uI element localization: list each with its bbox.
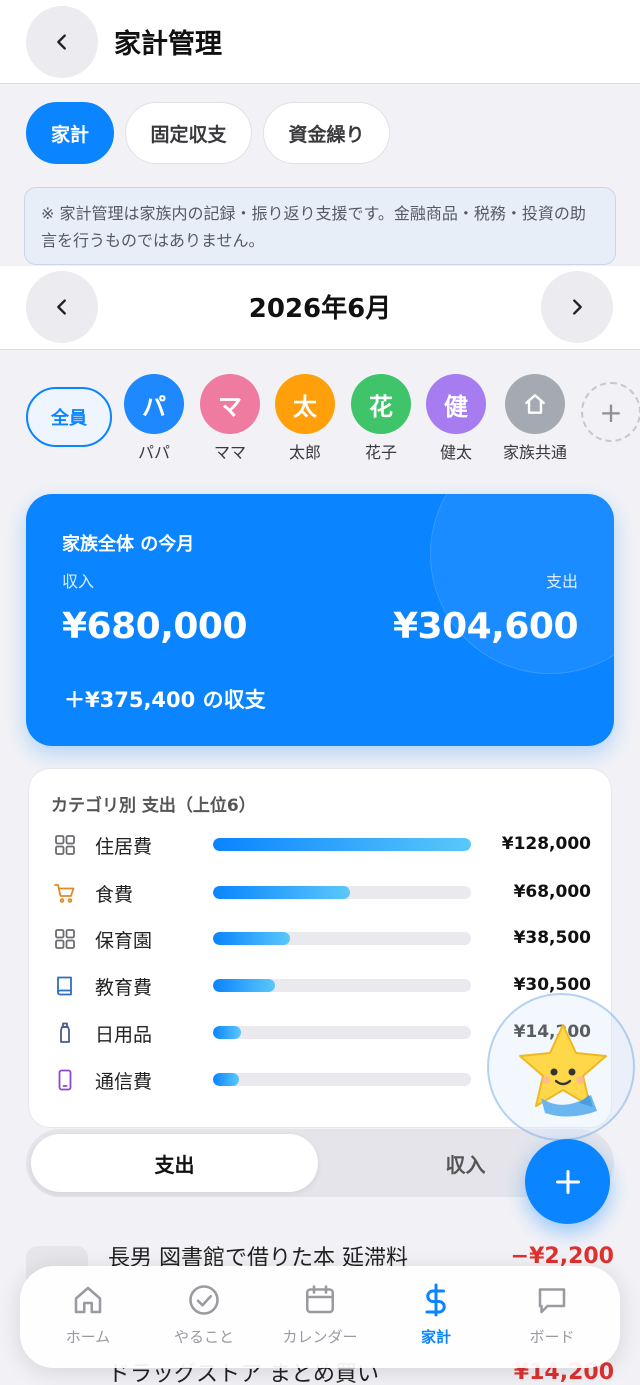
- category-bar: [213, 979, 471, 992]
- plus-icon: [555, 1169, 580, 1194]
- category-name: 保育園: [95, 930, 153, 952]
- member-name: 太郎: [288, 443, 321, 462]
- category-bar: [213, 1026, 471, 1039]
- member-chip[interactable]: 健 健太: [416, 374, 496, 463]
- disclaimer-notice: ※ 家計管理は家族内の記録・振り返り支援です。金融商品・税務・投資の助言を行うも…: [24, 187, 616, 265]
- category-bar-fill: [213, 932, 291, 945]
- monthly-summary-card: 家族全体 の今月 収入 支出 ¥680,000 ¥304,600 ＋¥375,4…: [26, 494, 614, 746]
- member-filter: 全員 パ パパ マ ママ 太 太郎 花 花子 健 健太 家族共通 +: [0, 370, 640, 470]
- category-bar-fill: [213, 838, 471, 851]
- member-avatar: 花: [351, 374, 411, 434]
- back-button[interactable]: [26, 6, 98, 78]
- bottle-icon: [60, 1022, 70, 1043]
- section-tabs: 家計 固定収支 資金繰り: [0, 84, 640, 178]
- category-row[interactable]: 保育園 ¥38,500: [29, 919, 613, 959]
- category-bar: [213, 932, 471, 945]
- cart-icon: [54, 884, 75, 903]
- tab-label: カレンダー: [282, 1328, 358, 1346]
- chat-bubble-icon: [538, 1288, 566, 1314]
- category-bar: [213, 886, 471, 899]
- member-name: 健太: [439, 443, 472, 462]
- category-bar-fill: [213, 886, 350, 899]
- tab-household[interactable]: 家計: [26, 102, 114, 164]
- balance-text: ＋¥375,400 の収支: [64, 688, 266, 712]
- tab-label: 家計: [420, 1328, 451, 1346]
- home-icon: [74, 1286, 102, 1314]
- tab-home[interactable]: ホーム: [28, 1282, 148, 1347]
- bottom-tab-bar: ホーム やること カレンダー 家計 ボード: [20, 1266, 620, 1368]
- grid-icon: [55, 929, 75, 949]
- member-chip[interactable]: パ パパ: [114, 374, 194, 463]
- dollar-icon: [425, 1283, 446, 1317]
- category-row[interactable]: 住居費 ¥128,000: [29, 825, 613, 865]
- tab-fixed-income-expense[interactable]: 固定収支: [125, 102, 252, 164]
- star-mascot-icon: [519, 1024, 607, 1117]
- category-name: 通信費: [95, 1071, 153, 1093]
- category-amount: ¥68,000: [513, 882, 591, 902]
- calendar-icon: [305, 1285, 335, 1314]
- member-avatar: 健: [426, 374, 486, 434]
- member-chip-all[interactable]: 全員: [26, 387, 112, 447]
- member-avatar: 太: [275, 374, 335, 434]
- book-icon: [57, 976, 72, 996]
- category-bar: [213, 1073, 471, 1086]
- check-circle-icon: [189, 1285, 219, 1315]
- category-bar-fill: [213, 1073, 239, 1086]
- add-transaction-button[interactable]: [525, 1139, 610, 1224]
- decorative-circle: [430, 494, 614, 674]
- month-selector: 2026年6月: [0, 266, 640, 350]
- expense-amount: ¥304,600: [392, 606, 579, 647]
- tab-calendar[interactable]: カレンダー: [260, 1282, 380, 1347]
- page-title: 家計管理: [114, 29, 222, 60]
- member-chip[interactable]: マ ママ: [190, 374, 270, 463]
- next-month-button[interactable]: [541, 271, 613, 343]
- chevron-left-icon: [57, 34, 66, 50]
- category-row[interactable]: 食費 ¥68,000: [29, 873, 613, 913]
- member-name: 家族共通: [502, 443, 567, 462]
- house-icon: [505, 374, 565, 434]
- income-amount: ¥680,000: [62, 606, 248, 647]
- member-chip[interactable]: 花 花子: [341, 374, 421, 463]
- tab-label: ホーム: [65, 1328, 111, 1346]
- category-name: 食費: [95, 884, 134, 906]
- member-name: パパ: [137, 443, 170, 462]
- chevron-right-icon: [573, 299, 582, 315]
- category-amount: ¥30,500: [513, 975, 591, 995]
- summary-title: 家族全体 の今月: [62, 534, 195, 555]
- category-name: 日用品: [95, 1024, 153, 1046]
- member-name: ママ: [213, 443, 246, 462]
- tab-label: ボード: [529, 1328, 575, 1346]
- category-name: 教育費: [95, 977, 153, 999]
- tab-todo[interactable]: やること: [144, 1282, 264, 1347]
- app-header: 家計管理: [0, 0, 640, 84]
- member-name: 花子: [364, 443, 397, 462]
- member-chip[interactable]: 家族共通: [495, 374, 575, 463]
- tab-board[interactable]: ボード: [492, 1282, 612, 1347]
- segment-expense[interactable]: 支出: [31, 1134, 318, 1192]
- category-bar: [213, 838, 471, 851]
- phone-icon: [58, 1069, 72, 1091]
- category-bar-fill: [213, 979, 275, 992]
- member-avatar: マ: [200, 374, 260, 434]
- expense-label: 支出: [545, 572, 578, 591]
- category-bar-fill: [213, 1026, 242, 1039]
- grid-icon: [55, 835, 75, 855]
- category-name: 住居費: [95, 836, 153, 858]
- category-amount: ¥128,000: [501, 834, 591, 854]
- income-label: 収入: [62, 572, 95, 591]
- member-chip[interactable]: 太 太郎: [265, 374, 345, 463]
- member-avatar: パ: [124, 374, 184, 434]
- tab-household[interactable]: 家計: [376, 1282, 496, 1347]
- tab-cash-flow[interactable]: 資金繰り: [263, 102, 390, 164]
- add-member-button[interactable]: +: [581, 382, 640, 442]
- tab-label: やること: [173, 1328, 234, 1346]
- plus-icon: +: [599, 395, 623, 429]
- category-card-title: カテゴリ別 支出（上位6）: [51, 796, 256, 816]
- mascot-assistant-button[interactable]: [487, 993, 635, 1141]
- category-amount: ¥38,500: [513, 928, 591, 948]
